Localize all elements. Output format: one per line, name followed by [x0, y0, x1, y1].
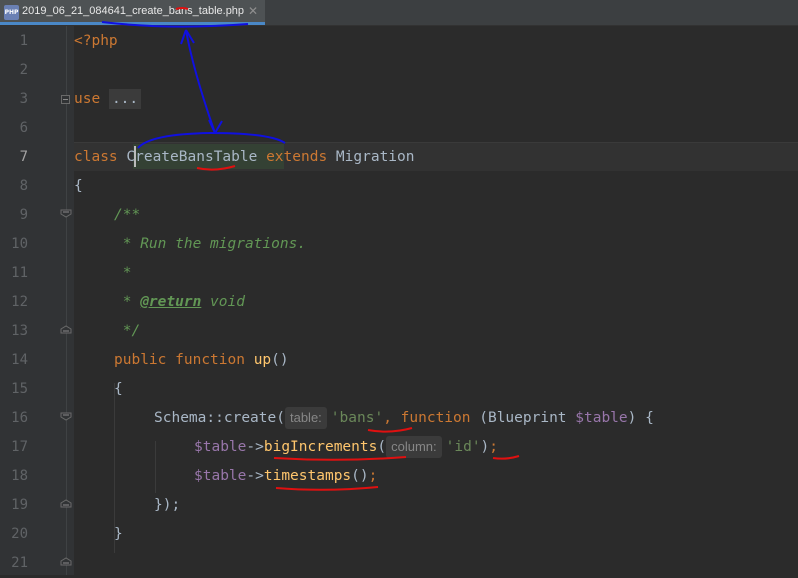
indent-guide [155, 441, 156, 493]
arrow-operator: -> [246, 468, 264, 484]
big-increments-method: bigIncrements [263, 439, 378, 455]
code-line-3[interactable]: use ... [74, 85, 142, 114]
code-line-9[interactable]: /** [114, 201, 140, 230]
close-brace: } [114, 526, 123, 542]
class-name: CreateBansTable [126, 149, 258, 165]
code-line-8[interactable]: { [74, 172, 83, 201]
param-hint-table: table: [284, 407, 327, 429]
code-line-10[interactable]: * Run the migrations. [114, 230, 306, 259]
fold-start-icon[interactable] [60, 209, 72, 218]
open-paren: ( [276, 410, 285, 426]
open-brace: { [74, 178, 83, 194]
line-number: 16 [11, 410, 28, 426]
tab-create-bans-table[interactable]: PHP 2019_06_21_084641_create_bans_table.… [0, 0, 265, 25]
code-line-16[interactable]: Schema::create(table:'bans', function (B… [154, 404, 654, 433]
tab-title: 2019_06_21_084641_create_bans_table.php [22, 5, 245, 17]
string-bans: 'bans' [330, 410, 384, 426]
doc-comment: * [114, 294, 141, 310]
signature-close: ) { [627, 410, 654, 426]
comma: , [383, 410, 392, 426]
line-number: 7 [19, 149, 28, 165]
function-keyword: function [175, 352, 245, 368]
line-number: 10 [11, 236, 28, 252]
use-keyword: use [74, 91, 101, 107]
line-number: 20 [11, 526, 28, 542]
line-number: 8 [19, 178, 28, 194]
semicolon: ; [489, 439, 499, 455]
close-paren: ) [480, 439, 490, 455]
line-number: 18 [11, 468, 28, 484]
parent-class: Migration [335, 149, 415, 165]
public-keyword: public [114, 352, 167, 368]
blue-arrow-line [185, 29, 216, 134]
fold-expand-icon[interactable] [61, 95, 70, 104]
line-number: 1 [19, 33, 28, 49]
function-keyword: function [400, 410, 471, 426]
line-number: 11 [11, 265, 28, 281]
line-number: 3 [19, 91, 28, 107]
fold-start-icon[interactable] [60, 412, 72, 421]
fold-end-icon[interactable] [60, 325, 72, 334]
line-number: 6 [19, 120, 28, 136]
editor-tab-bar: PHP 2019_06_21_084641_create_bans_table.… [0, 0, 798, 26]
code-line-12[interactable]: * @return void [114, 288, 245, 317]
open-paren: ( [377, 439, 387, 455]
line-number: 2 [19, 62, 28, 78]
timestamps-method: timestamps [263, 468, 352, 484]
line-number: 9 [19, 207, 28, 223]
line-number: 19 [11, 497, 28, 513]
string-id: 'id' [445, 439, 481, 455]
doc-comment: */ [114, 323, 141, 339]
doc-comment: * Run the migrations. [114, 236, 307, 252]
line-number: 21 [11, 555, 28, 571]
doc-return-tag: @return [140, 294, 202, 310]
schema-class: Schema [154, 410, 207, 426]
doc-comment: /** [114, 207, 141, 223]
fold-end-icon[interactable] [60, 557, 72, 566]
code-line-19[interactable]: }); [154, 491, 180, 520]
line-number: 17 [11, 439, 28, 455]
extends-keyword: extends [266, 149, 328, 165]
code-line-7[interactable]: class CreateBansTable extends Migration [74, 143, 415, 172]
code-line-13[interactable]: */ [114, 317, 140, 346]
code-line-1[interactable]: <?php [74, 27, 118, 56]
open-brace: { [114, 381, 123, 397]
line-number: 13 [11, 323, 28, 339]
line-number: 14 [11, 352, 28, 368]
code-line-11[interactable]: * [114, 259, 132, 288]
parens: () [271, 352, 289, 368]
code-line-17[interactable]: $table->bigIncrements(column:'id'); [194, 433, 498, 462]
line-number: 12 [11, 294, 28, 310]
php-open-tag: <?php [74, 33, 118, 49]
arrow-operator: -> [246, 439, 264, 455]
blue-arrowhead [208, 119, 223, 134]
table-variable: $table [575, 410, 628, 426]
doc-return-type: void [201, 294, 245, 310]
close-icon[interactable]: ✕ [248, 4, 258, 18]
doc-comment: * [114, 265, 132, 281]
blue-arrowhead [180, 29, 195, 45]
table-variable: $table [194, 439, 247, 455]
semicolon: ; [368, 468, 378, 484]
param-hint-column: column: [386, 436, 442, 458]
code-line-15[interactable]: { [114, 375, 123, 404]
blueprint-signature: (Blueprint [470, 410, 576, 426]
code-line-20[interactable]: } [114, 520, 123, 549]
text-caret [134, 146, 136, 167]
gutter-divider [66, 26, 67, 575]
method-name: up [253, 352, 272, 368]
table-variable: $table [194, 468, 247, 484]
closure-close: }); [154, 497, 181, 513]
line-number: 15 [11, 381, 28, 397]
parens: () [351, 468, 369, 484]
folded-imports[interactable]: ... [108, 89, 142, 109]
class-keyword: class [74, 149, 118, 165]
fold-end-icon[interactable] [60, 499, 72, 508]
code-line-18[interactable]: $table->timestamps(); [194, 462, 377, 491]
code-line-14[interactable]: public function up() [114, 346, 289, 375]
scope-operator: :: [206, 410, 224, 426]
create-method: create [223, 410, 277, 426]
php-file-icon: PHP [4, 5, 19, 20]
